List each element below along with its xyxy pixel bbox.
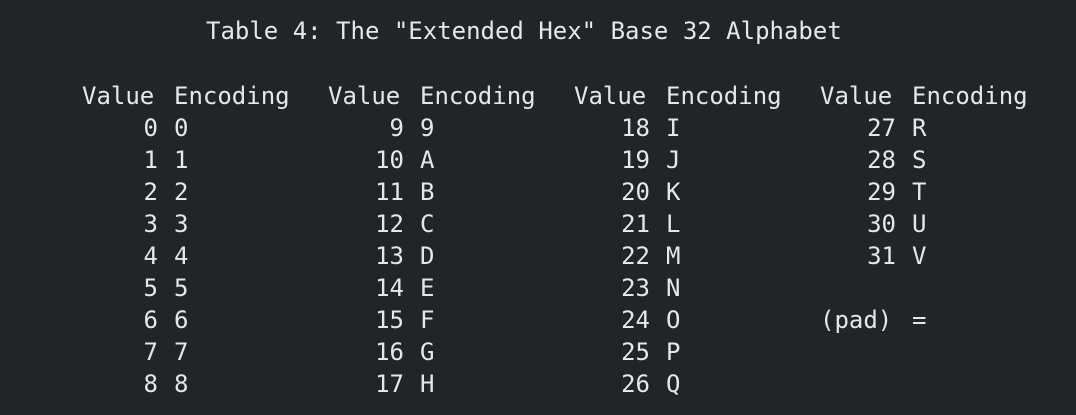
cell-value: 12 [375, 210, 404, 238]
cell-value: 4 [143, 242, 158, 270]
cell-encoding: 9 [420, 114, 435, 142]
header-value: Value [328, 82, 401, 110]
cell-encoding: 5 [174, 274, 189, 302]
cell-encoding: J [666, 146, 681, 174]
cell-value: (pad) [820, 306, 893, 334]
table-title: Table 4: The "Extended Hex" Base 32 Alph… [206, 17, 842, 45]
cell-value: 9 [389, 114, 404, 142]
cell-encoding: S [912, 146, 927, 174]
cell-encoding: R [912, 114, 927, 142]
cell-encoding: E [420, 274, 435, 302]
cell-value: 0 [143, 114, 158, 142]
cell-value: 27 [867, 114, 896, 142]
cell-encoding: 0 [174, 114, 189, 142]
header-encoding: Encoding [174, 82, 290, 110]
cell-value: 2 [143, 178, 158, 206]
cell-encoding: 6 [174, 306, 189, 334]
cell-value: 24 [621, 306, 650, 334]
cell-encoding: H [420, 370, 435, 398]
cell-value: 17 [375, 370, 404, 398]
cell-value: 30 [867, 210, 896, 238]
cell-encoding: 2 [174, 178, 189, 206]
cell-value: 3 [143, 210, 158, 238]
cell-value: 15 [375, 306, 404, 334]
cell-encoding: P [666, 338, 681, 366]
cell-encoding: F [420, 306, 435, 334]
cell-encoding: G [420, 338, 435, 366]
cell-encoding: K [666, 178, 681, 206]
cell-encoding: 3 [174, 210, 189, 238]
cell-encoding: O [666, 306, 681, 334]
header-encoding: Encoding [666, 82, 782, 110]
cell-value: 7 [143, 338, 158, 366]
cell-encoding: L [666, 210, 681, 238]
cell-value: 8 [143, 370, 158, 398]
header-value: Value [574, 82, 647, 110]
cell-value: 20 [621, 178, 650, 206]
cell-encoding: M [666, 242, 681, 270]
cell-value: 14 [375, 274, 404, 302]
cell-value: 13 [375, 242, 404, 270]
cell-value: 21 [621, 210, 650, 238]
cell-value: 31 [867, 242, 896, 270]
header-encoding: Encoding [420, 82, 536, 110]
cell-value: 22 [621, 242, 650, 270]
cell-value: 26 [621, 370, 650, 398]
cell-encoding: 4 [174, 242, 189, 270]
cell-value: 23 [621, 274, 650, 302]
cell-value: 18 [621, 114, 650, 142]
cell-value: 11 [375, 178, 404, 206]
cell-encoding: D [420, 242, 435, 270]
cell-encoding: B [420, 178, 435, 206]
header-value: Value [82, 82, 155, 110]
cell-value: 1 [143, 146, 158, 174]
cell-value: 6 [143, 306, 158, 334]
cell-encoding: = [912, 306, 927, 334]
cell-value: 29 [867, 178, 896, 206]
cell-encoding: U [912, 210, 927, 238]
cell-value: 10 [375, 146, 404, 174]
cell-encoding: Q [666, 370, 681, 398]
header-encoding: Encoding [912, 82, 1028, 110]
cell-value: 25 [621, 338, 650, 366]
cell-encoding: 1 [174, 146, 189, 174]
cell-encoding: A [420, 146, 435, 174]
cell-value: 28 [867, 146, 896, 174]
cell-encoding: C [420, 210, 435, 238]
cell-encoding: T [912, 178, 927, 206]
cell-encoding: 8 [174, 370, 189, 398]
cell-value: 19 [621, 146, 650, 174]
cell-value: 5 [143, 274, 158, 302]
cell-encoding: V [912, 242, 927, 270]
cell-encoding: 7 [174, 338, 189, 366]
header-value: Value [820, 82, 893, 110]
cell-value: 16 [375, 338, 404, 366]
cell-encoding: I [666, 114, 681, 142]
cell-encoding: N [666, 274, 681, 302]
